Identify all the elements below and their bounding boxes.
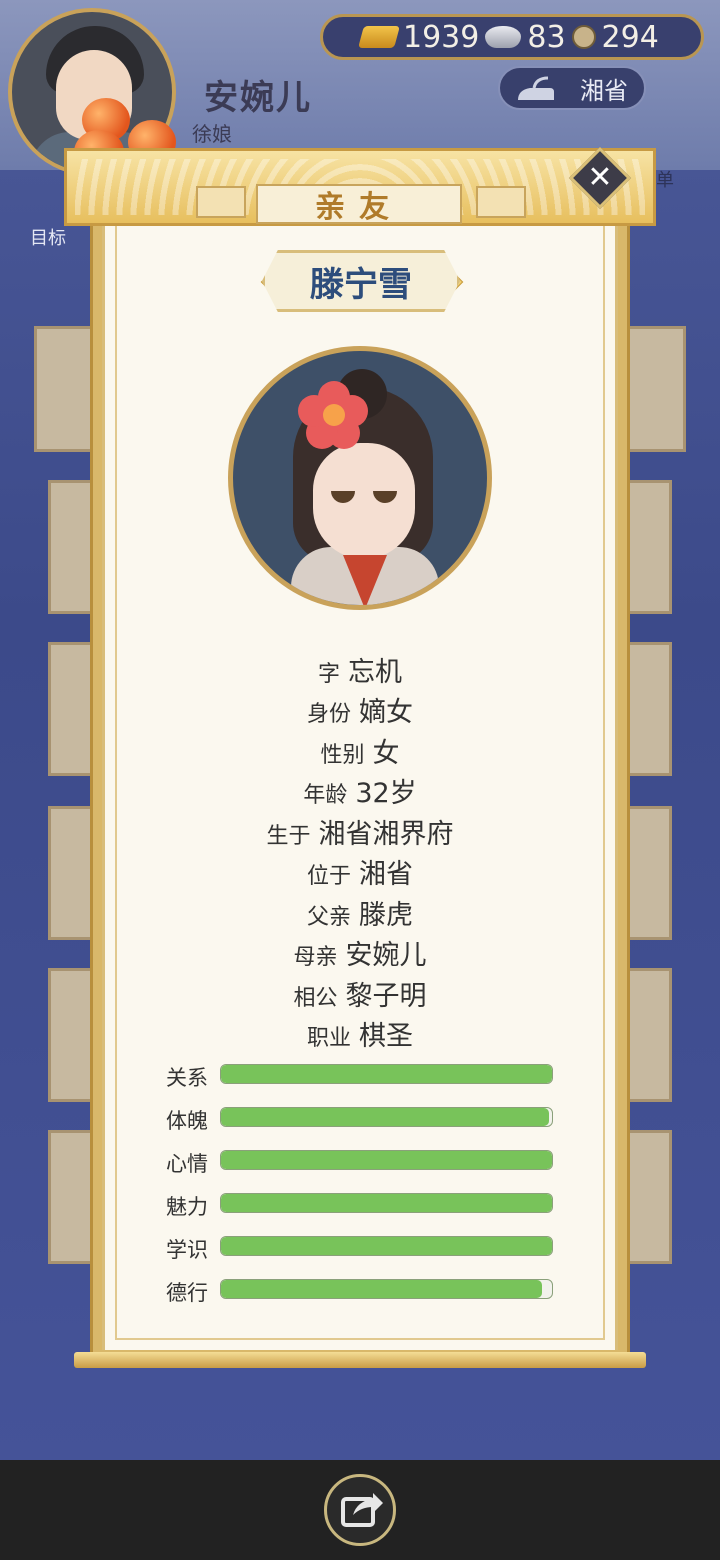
info-row-mother: 母亲 安婉儿 — [102, 933, 618, 972]
goal-label[interactable]: 目标 — [30, 224, 66, 250]
stat-label-virtue: 德行 — [166, 1281, 208, 1305]
stat-bar-mood — [220, 1150, 553, 1170]
silver-ingot-icon — [485, 26, 522, 48]
info-row-status: 身份 嫡女 — [102, 690, 618, 729]
info-key: 职业 — [306, 1026, 351, 1051]
stat-label-mood: 心情 — [166, 1152, 208, 1176]
stat-label-physique: 体魄 — [166, 1109, 208, 1133]
stat-fill — [221, 1065, 552, 1083]
info-key: 生于 — [266, 824, 311, 849]
info-value: 忘机 — [348, 657, 402, 688]
info-key: 父亲 — [306, 905, 351, 930]
info-row-age: 年龄 32岁 — [102, 771, 618, 810]
gold-ingot-icon — [358, 26, 400, 48]
info-value: 安婉儿 — [345, 940, 427, 971]
coin-amount: 294 — [601, 19, 659, 55]
info-key: 相公 — [293, 986, 338, 1011]
info-value: 滕虎 — [359, 900, 413, 931]
dialog-title: 亲友 — [256, 184, 462, 225]
info-key: 位于 — [306, 864, 351, 889]
stat-bar-charm — [220, 1193, 553, 1213]
info-value: 女 — [372, 738, 400, 769]
character-portrait — [228, 346, 492, 610]
info-value: 黎子明 — [345, 981, 427, 1012]
info-key: 字 — [317, 662, 340, 687]
copper-coin-icon — [571, 25, 596, 49]
share-icon — [341, 1493, 383, 1527]
stat-label-charm: 魅力 — [166, 1195, 208, 1219]
info-value: 棋圣 — [359, 1021, 413, 1052]
game-screen: 安婉儿 徐娘 1939 83 294 湘省 菜单 目标 亲友 ✕ 滕宁雪 字 忘… — [0, 0, 720, 1560]
stat-fill — [221, 1151, 552, 1169]
info-row-courtesy-name: 字忘机 — [102, 650, 618, 689]
info-value: 32岁 — [355, 778, 417, 809]
region-label: 湘省 — [580, 76, 628, 105]
stat-fill — [221, 1280, 543, 1298]
character-name: 滕宁雪 — [262, 250, 460, 312]
scroll-bottom-rod — [74, 1352, 646, 1368]
stat-bar-virtue — [220, 1279, 553, 1299]
info-value: 嫡女 — [359, 697, 413, 728]
flower-icon — [298, 381, 368, 449]
stat-bar-knowledge — [220, 1236, 553, 1256]
header-ornament — [476, 186, 526, 218]
info-value: 湘省 — [359, 859, 413, 890]
info-row-husband: 相公 黎子明 — [102, 974, 618, 1013]
info-value: 湘省湘界府 — [318, 819, 454, 850]
info-row-father: 父亲 滕虎 — [102, 893, 618, 932]
info-key: 年龄 — [303, 783, 348, 808]
info-key: 性别 — [320, 743, 365, 768]
info-row-occupation: 职业 棋圣 — [102, 1014, 618, 1053]
info-row-gender: 性别女 — [102, 731, 618, 770]
stat-label-relationship: 关系 — [166, 1066, 208, 1090]
info-row-location: 位于 湘省 — [102, 852, 618, 891]
stat-bar-relationship — [220, 1064, 553, 1084]
player-title: 徐娘 — [192, 122, 232, 146]
share-button[interactable] — [324, 1474, 396, 1546]
gold-amount: 1939 — [403, 19, 480, 55]
close-icon[interactable]: ✕ — [578, 156, 622, 200]
portrait-face — [313, 443, 415, 559]
stat-fill — [221, 1237, 552, 1255]
info-key: 母亲 — [293, 945, 338, 970]
info-row-birthplace: 生于 湘省湘界府 — [102, 812, 618, 851]
info-key: 身份 — [306, 702, 351, 727]
stat-bar-physique — [220, 1107, 553, 1127]
region-button[interactable]: 湘省 — [498, 66, 646, 110]
stat-fill — [221, 1194, 552, 1212]
silver-amount: 83 — [527, 19, 566, 55]
header-ornament — [196, 186, 246, 218]
stat-label-knowledge: 学识 — [166, 1238, 208, 1262]
player-name: 安婉儿 — [204, 78, 312, 118]
currency-bar[interactable]: 1939 83 294 — [320, 14, 704, 60]
stat-fill — [221, 1108, 549, 1126]
iron-icon — [518, 76, 554, 100]
